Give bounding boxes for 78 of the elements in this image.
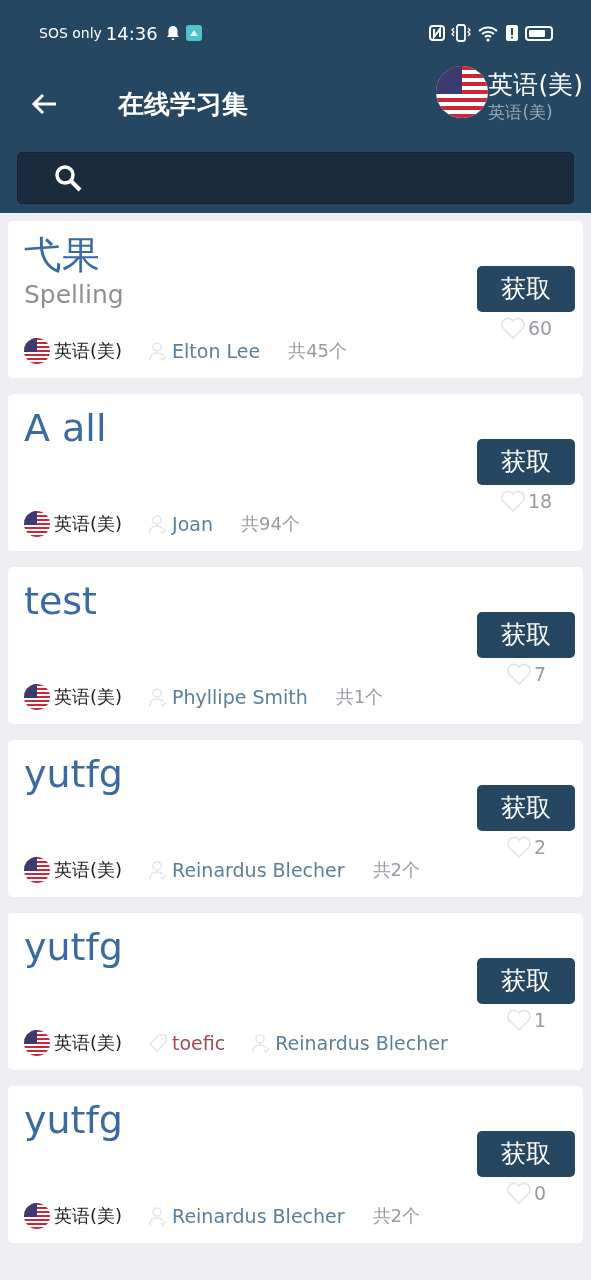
language-label: 英语(美) [54, 512, 123, 536]
like-count: 60 [527, 316, 553, 339]
set-title: yutfg [24, 1097, 124, 1144]
heart-icon[interactable] [505, 1180, 532, 1205]
clock: 14:36 [105, 22, 158, 44]
like-count: 7 [533, 662, 547, 685]
like-count: 2 [533, 835, 547, 858]
heart-icon[interactable] [505, 1007, 532, 1032]
set-title: yutfg [24, 924, 124, 971]
vibrate-icon [451, 24, 471, 42]
item-count: 共2个 [372, 858, 420, 882]
bell-icon [165, 25, 180, 41]
author-name[interactable]: Reinardus Blecher [172, 1205, 345, 1227]
flag-icon [24, 684, 50, 710]
set-card[interactable]: A all 英语(美) Joan 共94个 获取 18 [8, 394, 583, 551]
flag-icon [24, 1203, 50, 1229]
get-button[interactable]: 获取 [477, 784, 575, 831]
battery-icon [525, 25, 553, 41]
heart-icon[interactable] [499, 315, 526, 340]
like-count: 1 [533, 1008, 547, 1031]
flag-icon [24, 511, 50, 537]
item-count: 共2个 [372, 1204, 420, 1228]
author-name[interactable]: Joan [172, 513, 213, 535]
author-name[interactable]: Phyllipe Smith [172, 686, 308, 708]
language-label[interactable]: 英语(美) [488, 68, 583, 102]
person-icon [148, 687, 169, 707]
language-sublabel: 英语(美) [488, 102, 554, 122]
author-name[interactable]: Reinardus Blecher [275, 1032, 448, 1054]
item-count: 共1个 [335, 685, 384, 709]
person-icon [251, 1033, 272, 1053]
back-button[interactable] [30, 92, 58, 116]
tag-label[interactable]: toefic [172, 1032, 226, 1054]
item-count: 共94个 [240, 512, 300, 536]
app-icon [185, 25, 202, 41]
get-button[interactable]: 获取 [477, 957, 575, 1004]
nfc-icon [429, 25, 445, 41]
search-field[interactable] [17, 152, 574, 204]
flag-icon[interactable] [436, 66, 489, 118]
flag-icon [24, 857, 50, 883]
author-name[interactable]: Reinardus Blecher [172, 859, 345, 881]
heart-icon[interactable] [499, 488, 526, 513]
heart-icon[interactable] [505, 834, 532, 859]
author-name[interactable]: Elton Lee [172, 340, 261, 362]
set-title: 弋果 [24, 232, 101, 279]
heart-icon[interactable] [505, 661, 532, 686]
set-card[interactable]: test 英语(美) Phyllipe Smith 共1个 获取 7 [8, 567, 583, 724]
set-card[interactable]: yutfg 英语(美) toefic Reinardus Blecher 获取 1 [8, 913, 583, 1070]
get-button[interactable]: 获取 [477, 438, 575, 485]
flag-icon [24, 338, 50, 364]
item-count: 共45个 [288, 339, 348, 363]
set-subtitle: Spelling [24, 279, 125, 311]
get-button[interactable]: 获取 [477, 1130, 575, 1177]
alert-icon [505, 24, 519, 42]
flag-icon [24, 1030, 50, 1056]
set-title: A all [24, 405, 108, 452]
like-count: 18 [527, 489, 553, 512]
person-icon [148, 860, 169, 880]
wifi-icon [477, 24, 499, 42]
get-button[interactable]: 获取 [477, 611, 575, 658]
carrier-text: SOS only [39, 25, 102, 41]
set-card[interactable]: 弋果 Spelling 英语(美) Elton Lee 共45个 获取 60 [8, 221, 583, 378]
person-icon [148, 514, 169, 534]
search-icon [53, 163, 83, 193]
set-card[interactable]: yutfg 英语(美) Reinardus Blecher 共2个 获取 0 [8, 1086, 583, 1243]
language-label: 英语(美) [54, 858, 123, 882]
person-icon [148, 1206, 169, 1226]
set-title: test [24, 578, 98, 625]
person-icon [148, 341, 169, 361]
language-label: 英语(美) [54, 685, 123, 709]
tag-icon [148, 1033, 169, 1053]
language-label: 英语(美) [54, 1031, 123, 1055]
like-count: 0 [533, 1181, 547, 1204]
language-label: 英语(美) [54, 1204, 123, 1228]
get-button[interactable]: 获取 [477, 265, 575, 312]
language-label: 英语(美) [54, 339, 123, 363]
page-title: 在线学习集 [118, 87, 248, 121]
set-card[interactable]: yutfg 英语(美) Reinardus Blecher 共2个 获取 2 [8, 740, 583, 897]
set-title: yutfg [24, 751, 124, 798]
